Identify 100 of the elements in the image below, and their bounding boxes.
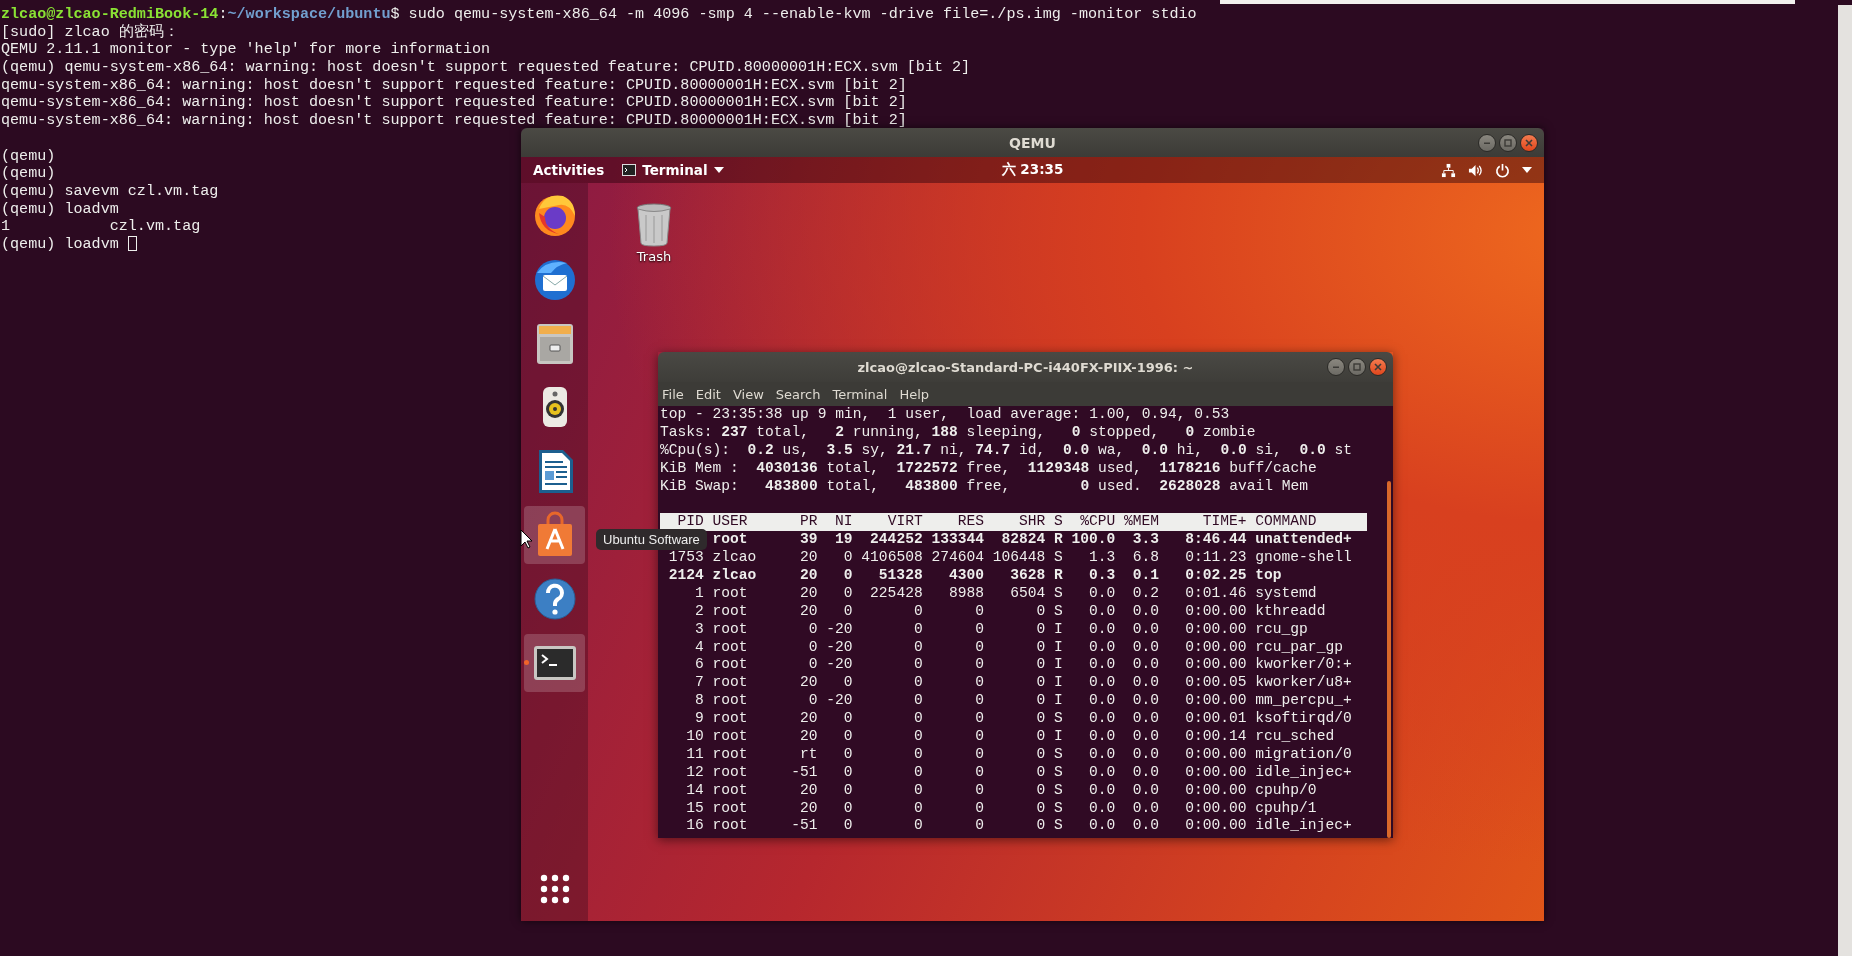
- terminal-line: (qemu): [1, 147, 56, 166]
- dock-item[interactable]: [524, 634, 585, 692]
- table-cell-text: 0: [974, 656, 984, 675]
- table-cell-text: root: [712, 710, 749, 729]
- table-cell-text: 0: [974, 817, 984, 836]
- table-cell-text: 0.0: [1131, 620, 1159, 639]
- minimize-button[interactable]: [1327, 358, 1345, 376]
- clock[interactable]: 六 23:35: [1001, 161, 1064, 177]
- table-cell-text: 0.0: [1087, 763, 1116, 782]
- table-cell-text: root: [712, 531, 749, 550]
- table-cell-text: 0.0: [1087, 584, 1116, 603]
- table-cell-text: 0: [1035, 745, 1046, 764]
- close-button[interactable]: [1369, 358, 1387, 376]
- table-cell: S: [1053, 549, 1063, 568]
- table-cell-text: 0: [912, 799, 923, 818]
- table-cell-text: 0: [912, 710, 923, 729]
- table-cell-text: 0.0: [1087, 674, 1116, 693]
- network-icon[interactable]: [1441, 162, 1456, 178]
- column-header: USER: [712, 513, 749, 532]
- table-cell-text: 0.3: [1087, 567, 1116, 585]
- table-cell-text: root: [712, 674, 749, 693]
- table-cell-text: 0.0: [1087, 745, 1116, 764]
- desktop-icon-label[interactable]: Trash: [636, 249, 672, 264]
- table-cell-text: 0: [974, 674, 984, 693]
- table-cell-text: root: [712, 781, 749, 800]
- table-cell-text: 0:00.01: [1184, 710, 1247, 729]
- menu-item[interactable]: Search: [775, 386, 821, 402]
- table-cell-text: root: [712, 817, 749, 836]
- table-cell-text: 0: [842, 728, 853, 746]
- table-cell-text: 0:00.00: [1184, 745, 1247, 764]
- table-cell: I: [1053, 692, 1063, 711]
- table-cell: R: [1053, 531, 1063, 550]
- scrollbar[interactable]: [1387, 481, 1391, 838]
- table-cell-text: 0: [1035, 799, 1046, 818]
- table-cell-text: 20: [799, 602, 818, 621]
- menu-item[interactable]: Help: [899, 386, 930, 402]
- table-cell-text: 0: [807, 620, 818, 639]
- column-header: TIME+: [1201, 513, 1247, 532]
- table-cell-text: 0.0: [1131, 674, 1159, 693]
- window-title: QEMU: [1009, 134, 1056, 151]
- table-cell-text: kworker/u8+: [1255, 674, 1353, 693]
- table-cell-text: 2: [694, 602, 704, 621]
- table-cell-text: 0: [974, 620, 984, 639]
- table-cell: -51: [791, 817, 818, 836]
- table-cell: R: [1053, 567, 1063, 585]
- maximize-icon: [1503, 137, 1513, 148]
- activities-button[interactable]: Activities: [533, 162, 605, 178]
- table-cell-text: kthreadd: [1255, 602, 1327, 621]
- terminal-line: qemu-system-x86_64: warning: host doesn't support requested feature: CPUID.80000001H:ECX.svm [bit 2]: [1, 94, 907, 113]
- table-cell-text: 0: [912, 692, 923, 711]
- app-menu[interactable]: Terminal: [622, 162, 724, 178]
- terminal-line: [sudo] zlcao 的密码：: [1, 23, 179, 42]
- table-cell: I: [1053, 674, 1063, 693]
- volume-icon[interactable]: [1468, 162, 1483, 178]
- table-cell-text: 11: [685, 745, 704, 764]
- table-cell: S: [1053, 817, 1063, 836]
- table-cell: S: [1053, 799, 1063, 818]
- show-apps-button[interactable]: [538, 873, 571, 905]
- table-cell-text: 39: [799, 531, 818, 550]
- table-cell-text: 0: [842, 584, 853, 603]
- table-cell-text: rt: [799, 745, 818, 764]
- table-cell-text: 0: [974, 745, 984, 764]
- menu-item[interactable]: File: [662, 386, 684, 402]
- terminal-icon: [622, 164, 637, 176]
- close-icon: [1524, 137, 1534, 148]
- table-cell-text: 0: [807, 692, 818, 711]
- table-cell-text: 0.0: [1087, 692, 1116, 711]
- grid-icon: [538, 873, 571, 905]
- power-icon[interactable]: [1495, 162, 1510, 178]
- menu-item[interactable]: View: [732, 386, 764, 402]
- maximize-button[interactable]: [1499, 133, 1517, 152]
- table-cell: I: [1053, 620, 1063, 639]
- column-header: SHR: [1017, 513, 1046, 532]
- table-cell-text: 0.0: [1131, 656, 1159, 675]
- menu-item[interactable]: Edit: [695, 386, 721, 402]
- menu-item[interactable]: Terminal: [832, 386, 888, 402]
- table-cell-text: 0:00.14: [1184, 728, 1247, 746]
- table-cell-text: 0:00.00: [1184, 763, 1247, 782]
- terminal-line: (qemu) savevm czl.vm.tag: [1, 182, 219, 201]
- table-cell-text: 6: [694, 656, 704, 675]
- terminal-line: 1 czl.vm.tag: [1, 218, 201, 236]
- table-cell-text: 0:00.00: [1184, 620, 1247, 639]
- trash-icon[interactable]: [634, 201, 674, 247]
- table-cell-text: 7: [694, 674, 704, 693]
- minimize-button[interactable]: [1478, 133, 1496, 152]
- table-cell-text: 0.0: [1131, 799, 1159, 818]
- maximize-button[interactable]: [1348, 358, 1366, 376]
- table-cell: I: [1053, 728, 1063, 746]
- table-cell-text: 0.0: [1131, 602, 1159, 621]
- close-button[interactable]: [1520, 133, 1538, 152]
- table-cell-text: root: [712, 656, 749, 675]
- dock-item[interactable]: [524, 506, 585, 564]
- table-cell-text: 0: [842, 710, 853, 729]
- table-cell-text: 1: [694, 584, 704, 603]
- table-cell: I: [1053, 638, 1063, 657]
- column-header: PID: [676, 513, 704, 532]
- table-cell-text: 0.0: [1131, 710, 1159, 729]
- table-cell-text: 0: [842, 745, 853, 764]
- scrollbar[interactable]: [1838, 5, 1852, 956]
- caret-icon[interactable]: [1522, 167, 1532, 173]
